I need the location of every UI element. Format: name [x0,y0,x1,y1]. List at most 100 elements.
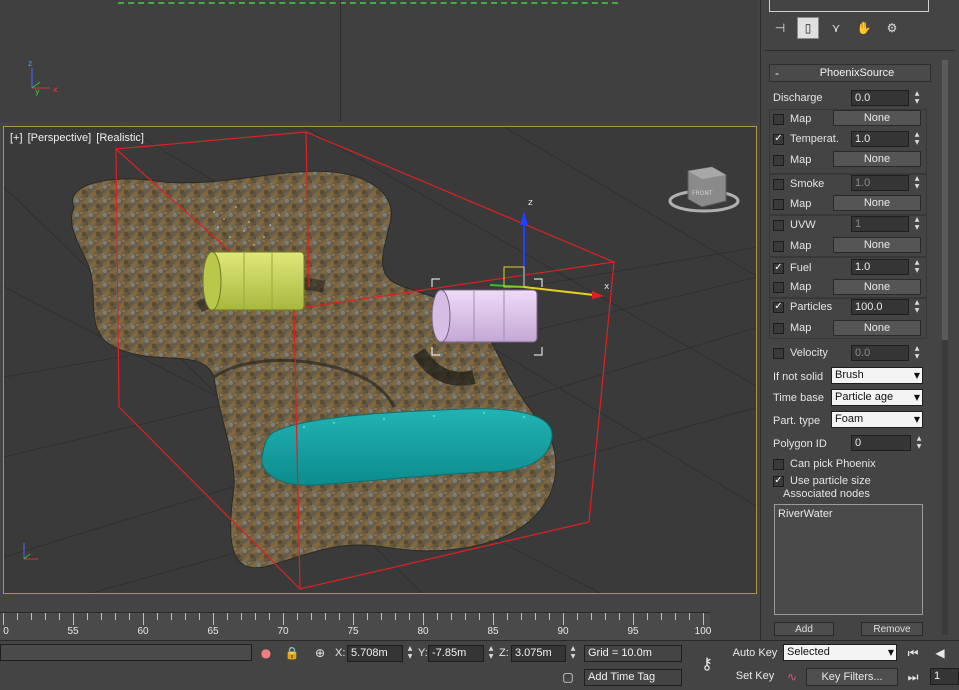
add-node-button[interactable]: Add [774,622,834,636]
temperature-map-checkbox[interactable] [773,154,784,166]
time-slider-track[interactable]: 0 55 60 65 70 75 80 85 90 95 100 [0,612,711,640]
fuel-map-checkbox[interactable] [773,281,784,293]
temperature-map-label: Map [790,154,812,166]
particles-field[interactable]: 100.0 [851,299,909,315]
spinner-up-icon: ▲ [914,175,920,182]
go-to-start-icon[interactable]: ⏮ [905,645,921,661]
uvw-field[interactable]: 1 [851,216,909,232]
top-axis-tripod: z y x [28,59,58,96]
scrollbar-thumb[interactable] [942,60,948,340]
uvw-spinner[interactable]: ▲ ▼ [911,216,923,232]
z-coordinate-label: Z: [499,647,509,659]
set-key-button[interactable]: Set Key [731,668,779,686]
temperature-field[interactable]: 1.0 [851,131,909,147]
discharge-field[interactable]: 0.0 [851,90,909,106]
viewport-view-label[interactable]: [Perspective] [28,132,92,144]
y-coordinate-spinner[interactable]: ▲ ▼ [485,645,497,661]
key-mode-toggle-icon[interactable]: ⏭ [905,669,921,685]
uvw-map-checkbox[interactable] [773,240,784,252]
smoke-checkbox[interactable] [773,178,784,190]
timeline-tick-label: 60 [137,626,149,637]
map-none-button[interactable]: None [833,110,921,126]
hierarchy-icon[interactable]: ⊣ [769,17,791,39]
particles-map-button[interactable]: None [833,320,921,336]
fuel-map-button[interactable]: None [833,279,921,295]
can-pick-phoenix-row: Can pick Phoenix [773,455,876,473]
timeline-major-tick [423,613,424,625]
panel-top-field [769,0,929,12]
utilities-icon[interactable]: ⚙ [881,17,903,39]
timeline-minor-tick [619,613,620,620]
polygon-id-spinner[interactable]: ▲ ▼ [913,435,925,451]
spinner-up-icon: ▲ [914,345,920,352]
motion-icon[interactable]: ⋎ [825,17,847,39]
z-coordinate-field[interactable]: 3.075m [511,645,566,662]
fuel-checkbox[interactable]: ✓ [773,262,784,274]
key-icon[interactable]: ⚷ [694,654,720,673]
rollout-collapse-icon[interactable]: - [770,66,784,80]
map-checkbox[interactable] [773,113,784,125]
viewport-menu-plus[interactable]: [+] [10,132,23,144]
top-viewport[interactable]: z y x [0,0,757,122]
smoke-map-button[interactable]: None [833,195,921,211]
viewport-label[interactable]: [+] [Perspective] [Realistic] [10,132,146,144]
timeline-minor-tick [255,613,256,620]
temperature-checkbox[interactable]: ✓ [773,133,784,145]
if-not-solid-dropdown[interactable]: Brush ▼ [831,367,923,384]
current-frame-field[interactable]: 1 [930,668,959,685]
associated-nodes-list[interactable]: RiverWater [774,504,923,615]
absolute-mode-icon[interactable]: ⊕ [312,645,328,661]
display-icon[interactable]: ✋ [853,17,875,39]
list-item[interactable]: RiverWater [778,508,919,520]
fuel-field[interactable]: 1.0 [851,259,909,275]
default-tangent-icon[interactable]: ∿ [784,669,800,685]
timeline-minor-tick [45,613,46,620]
temperature-map-row: Map [773,151,811,169]
smoke-spinner[interactable]: ▲ ▼ [911,175,923,191]
isolate-selection-icon[interactable]: ● [258,645,274,661]
timeline-major-tick [633,613,634,625]
time-base-label: Time base [773,392,824,404]
temperature-map-button[interactable]: None [833,151,921,167]
velocity-field[interactable]: 0.0 [851,345,909,361]
temperature-spinner[interactable]: ▲ ▼ [911,131,923,147]
particles-map-checkbox[interactable] [773,322,784,334]
spinner-up-icon: ▲ [914,131,920,138]
perspective-viewport[interactable]: [+] [Perspective] [Realistic] x z FRONT [3,126,757,594]
remove-node-button[interactable]: Remove [861,622,923,636]
x-coordinate-field[interactable]: 5.708m [347,645,403,662]
particles-checkbox[interactable]: ✓ [773,301,784,313]
uvw-map-button[interactable]: None [833,237,921,253]
smoke-map-checkbox[interactable] [773,198,784,210]
time-tag-icon[interactable]: ▢ [560,669,576,685]
timeline-tick-label: 0 [3,626,9,637]
can-pick-phoenix-checkbox[interactable] [773,458,784,470]
key-filters-button[interactable]: Key Filters... [806,668,898,686]
maxscript-listener-field[interactable] [0,644,252,661]
discharge-spinner[interactable]: ▲ ▼ [911,90,923,106]
timeline-major-tick [283,613,284,625]
phoenixsource-rollout-header[interactable]: - PhoenixSource [769,64,931,82]
use-particle-size-checkbox[interactable]: ✓ [773,475,784,487]
fuel-spinner[interactable]: ▲ ▼ [911,259,923,275]
auto-key-button[interactable]: Auto Key [731,645,779,663]
selection-lock-icon[interactable]: 🔒 [284,645,300,661]
velocity-spinner[interactable]: ▲ ▼ [911,345,923,361]
y-coordinate-field[interactable]: -7.85m [428,645,484,662]
modify-icon[interactable]: ▯ [797,17,819,39]
uvw-checkbox[interactable] [773,219,784,231]
previous-frame-icon[interactable]: ◀ [932,645,948,661]
velocity-checkbox[interactable] [773,347,784,359]
x-coordinate-spinner[interactable]: ▲ ▼ [404,645,416,661]
polygon-id-field[interactable]: 0 [851,435,911,451]
key-mode-dropdown[interactable]: Selected ▼ [783,644,897,661]
smoke-field[interactable]: 1.0 [851,175,909,191]
particles-spinner[interactable]: ▲ ▼ [911,299,923,315]
part-type-dropdown[interactable]: Foam ▼ [831,411,923,428]
z-coordinate-spinner[interactable]: ▲ ▼ [567,645,579,661]
time-base-dropdown[interactable]: Particle age ▼ [831,389,923,406]
add-time-tag-button[interactable]: Add Time Tag [584,669,682,686]
viewport-shading-label[interactable]: [Realistic] [96,132,144,144]
command-panel-scrollbar[interactable] [942,60,948,635]
uvw-map-label: Map [790,240,812,252]
